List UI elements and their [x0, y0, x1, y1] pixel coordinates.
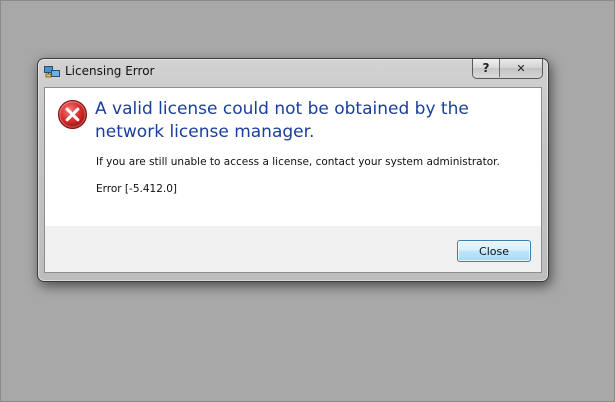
- message-area: A valid license could not be obtained by…: [45, 88, 541, 226]
- title-close-button[interactable]: ✕: [500, 59, 542, 77]
- close-icon: ✕: [516, 61, 526, 75]
- main-instruction: A valid license could not be obtained by…: [95, 99, 469, 142]
- network-license-icon: [44, 66, 60, 78]
- licensing-error-dialog: Licensing Error ? ✕ A valid license coul…: [37, 58, 549, 282]
- help-button[interactable]: ?: [473, 59, 500, 77]
- dialog-content: A valid license could not be obtained by…: [44, 87, 542, 273]
- caption-buttons: ? ✕: [472, 59, 543, 79]
- content-text: If you are still unable to access a lice…: [96, 156, 500, 168]
- close-button[interactable]: Close: [457, 240, 531, 262]
- title-bar[interactable]: Licensing Error ? ✕: [38, 59, 548, 86]
- error-code: Error [-5.412.0]: [96, 183, 177, 195]
- dialog-title: Licensing Error: [65, 64, 155, 78]
- error-icon: [57, 99, 88, 130]
